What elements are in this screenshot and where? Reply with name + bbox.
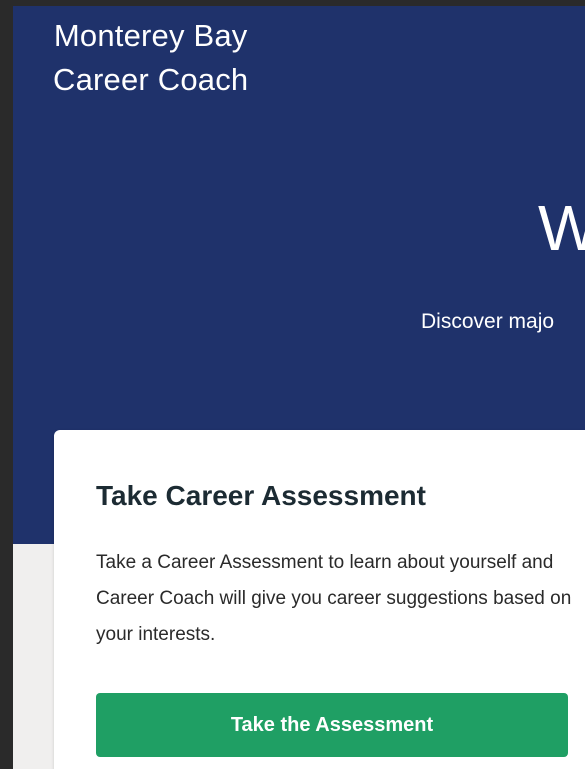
logo-line-1: Monterey Bay — [53, 18, 248, 53]
card-description: Take a Career Assessment to learn about … — [96, 552, 572, 645]
card-title: Take Career Assessment — [96, 480, 426, 511]
career-assessment-card: Take Career Assessment Take a Career Ass… — [54, 430, 585, 769]
hero-subheading: Discover majo — [421, 310, 555, 333]
page: Monterey Bay Career Coach W Discover maj… — [13, 6, 585, 769]
hero-heading: W — [538, 192, 585, 264]
take-assessment-button[interactable]: Take the Assessment — [96, 693, 568, 757]
site-logo-link[interactable]: Monterey Bay Career Coach — [53, 14, 248, 102]
logo-line-2: Career Coach — [53, 62, 249, 97]
